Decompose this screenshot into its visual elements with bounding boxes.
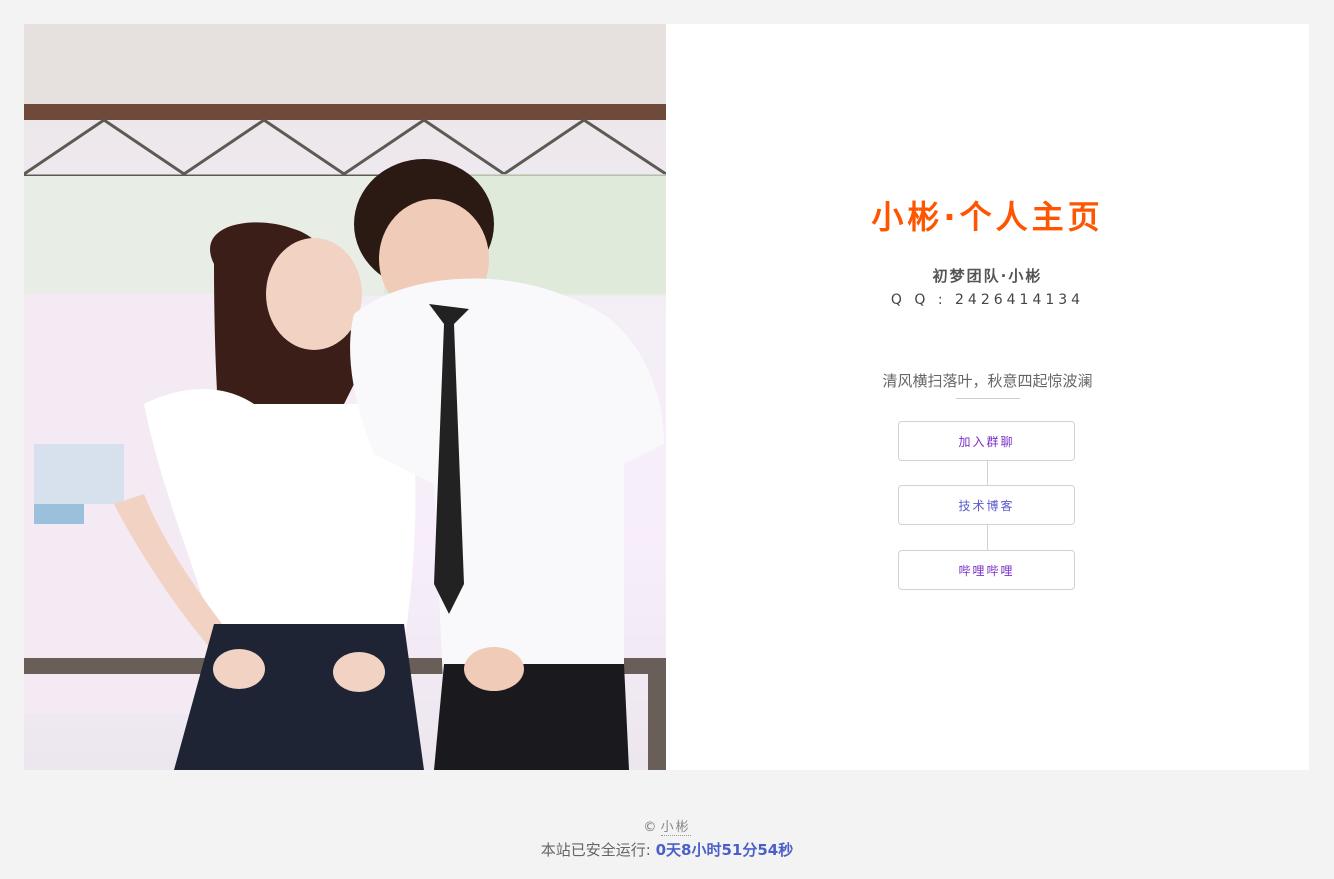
author-link[interactable]: 小彬 (660, 820, 691, 836)
copyright: © 小彬 (0, 816, 1334, 836)
page-title: 小彬·个人主页 (871, 198, 1104, 236)
profile-card: 小彬·个人主页 初梦团队·小彬 Q Q : 2426414134 清风横扫落叶，… (24, 24, 1309, 770)
button-connector (987, 461, 988, 485)
couple-photo-illustration (24, 24, 666, 770)
copyright-symbol: © (643, 820, 657, 835)
team-name: 初梦团队·小彬 (932, 267, 1043, 285)
qq-number: Q Q : 2426414134 (890, 292, 1085, 308)
motto-text: 清风横扫落叶，秋意四起惊波澜 (882, 372, 1093, 390)
button-connector (987, 525, 988, 550)
motto-divider (956, 398, 1020, 399)
runtime-value: 0天8小时51分54秒 (655, 841, 794, 859)
profile-photo (24, 24, 666, 770)
runtime-label: 本站已安全运行: (540, 841, 656, 859)
site-runtime: 本站已安全运行: 0天8小时51分54秒 (0, 839, 1334, 860)
bilibili-button[interactable]: 哔哩哔哩 (898, 550, 1075, 590)
join-group-button[interactable]: 加入群聊 (898, 421, 1075, 461)
profile-info: 小彬·个人主页 初梦团队·小彬 Q Q : 2426414134 清风横扫落叶，… (666, 24, 1309, 770)
tech-blog-button[interactable]: 技术博客 (898, 485, 1075, 525)
footer: © 小彬 本站已安全运行: 0天8小时51分54秒 (0, 816, 1334, 860)
